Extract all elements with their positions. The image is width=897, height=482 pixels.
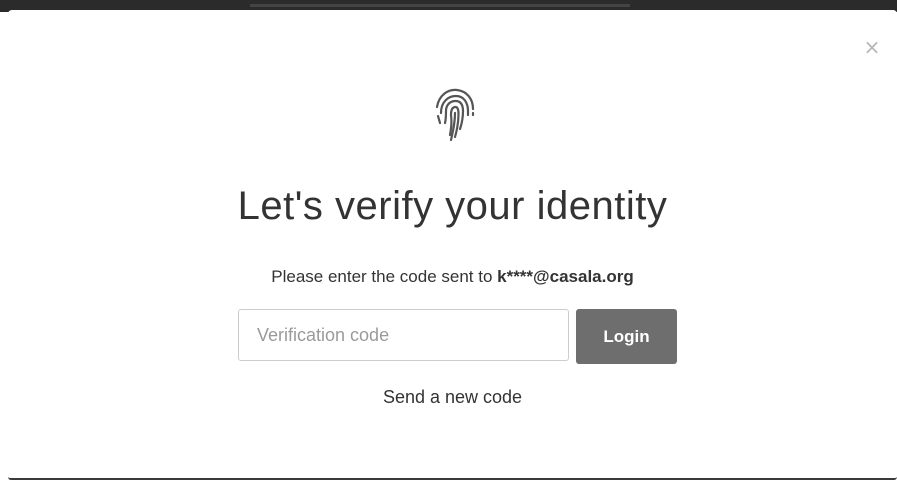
close-button[interactable]: × [863,35,881,59]
fingerprint-icon [435,88,475,142]
close-icon[interactable]: × [864,35,881,59]
backdrop-content [250,0,630,7]
resend-code-row: Send a new code [8,386,897,408]
verification-modal: × Let's verify your identity Please ente… [8,10,897,480]
page-title: Let's verify your identity [237,184,668,228]
send-new-code-link[interactable]: Send a new code [383,387,522,407]
verification-code-input[interactable] [238,309,569,361]
masked-email: k****@casala.org [497,267,634,286]
instruction-prefix: Please enter the code sent to [271,267,498,286]
login-button[interactable]: Login [576,309,677,364]
instruction-text: Please enter the code sent to k****@casa… [8,266,897,288]
